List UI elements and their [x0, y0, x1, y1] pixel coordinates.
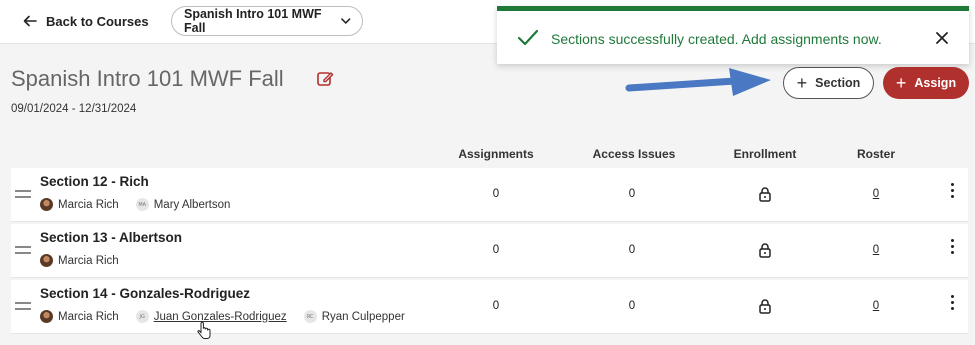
arrow-left-icon [23, 15, 37, 27]
avatar: MA [135, 198, 149, 211]
person-name: Marcia Rich [58, 254, 119, 267]
person: Marcia Rich [40, 198, 119, 211]
add-section-button[interactable]: + Section [783, 67, 874, 99]
back-link-label: Back to Courses [46, 13, 149, 29]
roster-count-link[interactable]: 0 [866, 188, 886, 200]
lock-icon[interactable] [758, 298, 772, 314]
drag-handle-icon[interactable] [15, 190, 31, 200]
toast-message: Sections successfully created. Add assig… [551, 31, 882, 47]
person-name: Marcia Rich [58, 310, 119, 323]
access-issues-count: 0 [628, 300, 636, 312]
assign-button[interactable]: + Assign [883, 67, 969, 99]
back-to-courses-link[interactable]: Back to Courses [22, 11, 149, 31]
course-select[interactable]: Spanish Intro 101 MWF Fall [171, 6, 363, 36]
person: Marcia Rich [40, 310, 119, 323]
drag-handle-icon[interactable] [15, 302, 31, 312]
roster-count-link[interactable]: 0 [866, 244, 886, 256]
assignments-count: 0 [492, 188, 500, 200]
section-people: Marcia Rich MA Mary Albertson [40, 198, 247, 211]
page-title: Spanish Intro 101 MWF Fall [11, 66, 284, 91]
assign-button-label: Assign [914, 76, 957, 90]
person: RC Ryan Culpepper [303, 310, 405, 323]
section-title[interactable]: Section 13 - Albertson [40, 230, 182, 245]
avatar: RC [303, 310, 317, 323]
table-row[interactable]: Section 12 - Rich Marcia Rich MA Mary Al… [11, 168, 968, 222]
kebab-menu-icon[interactable] [946, 295, 958, 315]
section-people: Marcia Rich JG Juan Gonzales-Rodriguez R… [40, 310, 422, 323]
section-people: Marcia Rich [40, 254, 136, 267]
hand-cursor-icon [197, 322, 211, 339]
plus-icon: + [796, 73, 808, 93]
edit-icon[interactable] [316, 70, 334, 88]
assignments-count: 0 [492, 244, 500, 256]
column-header-enrollment: Enrollment [733, 147, 797, 161]
column-header-access-issues: Access Issues [592, 147, 676, 161]
table-row[interactable]: Section 14 - Gonzales-Rodriguez Marcia R… [11, 280, 968, 334]
access-issues-count: 0 [628, 188, 636, 200]
avatar [40, 310, 53, 323]
column-header-assignments: Assignments [458, 147, 534, 161]
chevron-down-icon [341, 18, 351, 25]
annotation-arrow-icon [625, 68, 771, 96]
column-header-roster: Roster [856, 147, 895, 161]
section-title[interactable]: Section 14 - Gonzales-Rodriguez [40, 286, 250, 301]
course-select-value: Spanish Intro 101 MWF Fall [184, 7, 322, 35]
assignments-count: 0 [492, 300, 500, 312]
person: MA Mary Albertson [135, 198, 231, 211]
person: Marcia Rich [40, 254, 119, 267]
plus-icon: + [895, 73, 907, 93]
avatar [40, 198, 53, 211]
kebab-menu-icon[interactable] [946, 183, 958, 203]
person-name: Mary Albertson [153, 198, 231, 211]
date-range: 09/01/2024 - 12/31/2024 [11, 103, 137, 115]
person-name: Ryan Culpepper [321, 310, 405, 323]
person-name: Marcia Rich [58, 198, 119, 211]
table-row[interactable]: Section 13 - Albertson Marcia Rich 0 0 0 [11, 224, 968, 278]
avatar: JG [135, 310, 149, 323]
lock-icon[interactable] [758, 242, 772, 258]
access-issues-count: 0 [628, 244, 636, 256]
kebab-menu-icon[interactable] [946, 239, 958, 259]
section-title[interactable]: Section 12 - Rich [40, 174, 149, 189]
checkmark-icon [517, 29, 539, 46]
close-icon[interactable] [935, 31, 949, 45]
lock-icon[interactable] [758, 186, 772, 202]
person-name-link[interactable]: Juan Gonzales-Rodriguez [154, 311, 287, 323]
roster-count-link[interactable]: 0 [866, 300, 886, 312]
drag-handle-icon[interactable] [15, 246, 31, 256]
section-button-label: Section [815, 76, 861, 90]
success-toast: Sections successfully created. Add assig… [497, 6, 969, 64]
avatar [40, 254, 53, 267]
